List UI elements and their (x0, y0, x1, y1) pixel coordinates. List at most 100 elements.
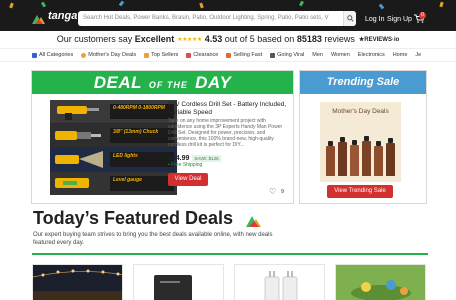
oil-bottle-icon (350, 140, 359, 176)
deal-title[interactable]: 21V Cordless Drill Set - Battery Include… (168, 101, 290, 116)
product-card[interactable] (133, 264, 224, 300)
product-card[interactable] (234, 264, 325, 300)
confetti-decoration (298, 0, 305, 7)
confetti-decoration (40, 1, 47, 8)
free-shipping-text: Free Shipping (171, 162, 203, 168)
product-card[interactable] (335, 264, 426, 300)
nav-label: All Categories (39, 52, 74, 58)
login-link[interactable]: Log In (365, 16, 384, 23)
nav-top-sellers[interactable]: Top Sellers (144, 52, 178, 58)
nav-jewelry[interactable]: Je (415, 52, 421, 58)
drill-icon (57, 106, 99, 120)
nav-all-categories[interactable]: All Categories (32, 52, 73, 58)
nav-electronics[interactable]: Electronics (358, 52, 385, 58)
nav-label: Mother's Day Deals (88, 52, 137, 58)
oil-bottle-icon (362, 136, 371, 176)
reviews-io-logo: ★REVIEWS·io (358, 36, 400, 43)
image-strip: 3/8" (13mm) Chuck (50, 124, 177, 147)
grid-icon (32, 52, 37, 58)
reviews-bar[interactable]: Our customers say Excellent ★★★★★ 4.53 o… (0, 31, 456, 47)
tanga-logo-icon (246, 216, 261, 227)
image-label: Level gauge (110, 176, 174, 191)
flower-icon (81, 52, 87, 58)
image-strip: Level gauge (50, 172, 177, 195)
nav-home[interactable]: Home (393, 52, 408, 58)
search-icon (346, 15, 354, 22)
featured-deals-title: Today’s Featured Deals (33, 208, 234, 228)
trending-sale-banner[interactable]: Trending Sale (300, 71, 426, 94)
trending-sale-card: Trending Sale Mother's Day Deals View Tr… (299, 70, 427, 204)
nav-going-viral[interactable]: Going Viral (270, 52, 304, 58)
logo-text: tanga (48, 10, 78, 22)
confetti-decoration (118, 0, 125, 7)
featured-deals-subtitle: Our expert buying team strives to bring … (33, 232, 273, 246)
confetti-decoration (439, 1, 444, 8)
deal-of-the-day-banner[interactable]: DEAL OF THE DAY (32, 71, 293, 94)
nav-mothers-day-deals[interactable]: Mother's Day Deals (81, 52, 136, 58)
nav-label: Clearance (193, 52, 219, 58)
image-label: 3/8" (13mm) Chuck (110, 128, 174, 143)
image-strip: LED lights (50, 148, 177, 171)
image-strip: 0-480RPM 0-1800RPM (50, 100, 177, 123)
confetti-decoration (378, 3, 385, 10)
mothers-day-product-image[interactable]: Mother's Day Deals (320, 102, 401, 182)
nav-label: Je (415, 52, 422, 58)
usb-charger-image (264, 271, 298, 300)
view-deal-button[interactable]: View Deal (168, 173, 208, 186)
image-label: 0-480RPM 0-1800RPM (110, 104, 174, 119)
reviews-prefix: Our customers say (56, 34, 133, 44)
like-count: 9 (281, 189, 285, 195)
tanga-logo-icon (32, 11, 46, 24)
nav-label: Going Viral (277, 52, 305, 58)
string-lights-image (33, 269, 122, 300)
tanga-logo[interactable]: tanga (32, 10, 78, 24)
tag-icon (186, 52, 192, 58)
nav-selling-fast[interactable]: Selling Fast (226, 52, 262, 58)
cart-count-badge: 0 (419, 12, 426, 19)
garden-decor-image (351, 280, 411, 300)
deal-price: $24.99 (168, 155, 190, 162)
section-divider (32, 253, 428, 255)
category-nav: All Categories Mother's Day Deals Top Se… (0, 48, 456, 62)
reviews-middle: out of 5 based on (224, 34, 295, 44)
search-placeholder: Search Hot Deals, Power Banks, Brasin, P… (83, 15, 329, 21)
chuck-icon (55, 131, 101, 140)
nav-label: Home (392, 52, 408, 58)
oil-bottle-icon (338, 137, 347, 176)
banner-word: OF THE (148, 80, 188, 90)
nav-clearance[interactable]: Clearance (186, 52, 218, 58)
nav-label: Men (312, 52, 323, 58)
heart-icon[interactable]: ♡ (269, 187, 276, 196)
view-trending-sale-button[interactable]: View Trending Sale (327, 185, 393, 198)
search-button[interactable] (343, 11, 356, 26)
signup-link[interactable]: Sign Up (387, 16, 412, 23)
product-card[interactable] (32, 264, 123, 300)
oil-bottle-icon (374, 141, 383, 176)
power-bank-image (154, 275, 192, 300)
chart-icon (270, 52, 276, 58)
nav-label: Electronics (357, 52, 385, 58)
banner-word: DEAL (93, 73, 142, 92)
confetti-decoration (199, 2, 204, 9)
review-count: 85183 (296, 34, 322, 44)
oil-bottle-icon (386, 138, 395, 176)
banner-word: DAY (195, 73, 232, 92)
nav-label: Women (330, 52, 350, 58)
oil-bottle-icon (326, 141, 335, 176)
save-badge: SAVE: $125 (192, 155, 221, 162)
rating-score: 4.53 (204, 34, 223, 44)
rocket-icon (226, 52, 232, 58)
image-caption: Mother's Day Deals (332, 108, 389, 115)
nav-women[interactable]: Women (331, 52, 350, 58)
top-header: tanga Search Hot Deals, Power Banks, Bra… (0, 0, 456, 31)
nav-men[interactable]: Men (312, 52, 323, 58)
deal-description: Take on any home improvement project wit… (168, 118, 283, 148)
nav-label: Selling Fast (233, 52, 263, 58)
truck-icon: ▪ (168, 162, 170, 168)
deal-price-row: $24.99 SAVE: $125 (168, 155, 221, 162)
search-input[interactable]: Search Hot Deals, Power Banks, Brasin, P… (78, 11, 356, 26)
rating-stars-icon: ★★★★★ (177, 36, 202, 43)
rating-word: Excellent (134, 34, 175, 44)
drill-product-image[interactable]: 0-480RPM 0-1800RPM 3/8" (13mm) Chuck LED… (50, 100, 177, 195)
confetti-decoration (9, 2, 14, 9)
